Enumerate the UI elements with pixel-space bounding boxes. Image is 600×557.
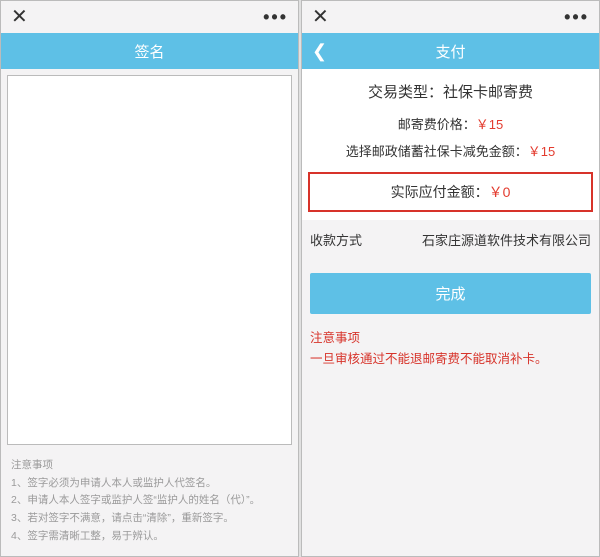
discount-row: 选择邮政储蓄社保卡减免金额：￥15 xyxy=(302,137,599,164)
screen-signature: ✕ ••• 签名 注意事项 1、签字必须为申请人本人或监护人代签名。 2、申请人… xyxy=(0,0,299,557)
title-bar: ❮ 支付 xyxy=(302,33,599,69)
actual-value: ￥0 xyxy=(489,184,511,200)
payee-value: 石家庄源道软件技术有限公司 xyxy=(422,230,591,249)
notes-header: 注意事项 xyxy=(11,457,288,475)
payee-row: 收款方式 石家庄源道软件技术有限公司 xyxy=(302,220,599,259)
system-bar: ✕ ••• xyxy=(1,1,298,33)
note-item: 1、签字必须为申请人本人或监护人代签名。 xyxy=(11,475,288,493)
warning-header: 注意事项 xyxy=(310,328,591,349)
more-icon[interactable]: ••• xyxy=(263,7,288,28)
system-bar: ✕ ••• xyxy=(302,1,599,33)
signature-canvas[interactable] xyxy=(7,75,292,445)
tx-type-label: 交易类型： xyxy=(368,84,443,101)
actual-label: 实际应付金额： xyxy=(391,184,489,200)
page-title: 支付 xyxy=(435,41,465,62)
back-icon[interactable]: ❮ xyxy=(312,33,327,69)
note-item: 2、申请人本人签字或监护人签“监护人的姓名（代）”。 xyxy=(11,492,288,510)
payee-label: 收款方式 xyxy=(310,230,362,249)
discount-value: ￥15 xyxy=(528,144,555,159)
page-title: 签名 xyxy=(134,41,164,62)
done-label: 完成 xyxy=(435,286,465,303)
close-icon[interactable]: ✕ xyxy=(312,7,329,27)
transaction-type: 交易类型：社保卡邮寄费 xyxy=(302,69,599,110)
mail-fee-value: ￥15 xyxy=(476,117,503,132)
more-icon[interactable]: ••• xyxy=(564,7,589,28)
mail-fee-row: 邮寄费价格：￥15 xyxy=(302,110,599,137)
done-button[interactable]: 完成 xyxy=(310,273,591,314)
payment-body: 交易类型：社保卡邮寄费 邮寄费价格：￥15 选择邮政储蓄社保卡减免金额：￥15 … xyxy=(302,69,599,220)
actual-amount-box: 实际应付金额：￥0 xyxy=(308,172,593,212)
note-item: 4、签字需清晰工整，易于辨认。 xyxy=(11,528,288,546)
close-icon[interactable]: ✕ xyxy=(11,7,28,27)
title-bar: 签名 xyxy=(1,33,298,69)
warning-block: 注意事项 一旦审核通过不能退邮寄费不能取消补卡。 xyxy=(302,328,599,371)
tx-type-value: 社保卡邮寄费 xyxy=(443,84,533,101)
discount-label: 选择邮政储蓄社保卡减免金额： xyxy=(346,144,528,159)
screen-payment: ✕ ••• ❮ 支付 交易类型：社保卡邮寄费 邮寄费价格：￥15 选择邮政储蓄社… xyxy=(301,0,600,557)
warning-text: 一旦审核通过不能退邮寄费不能取消补卡。 xyxy=(310,349,591,370)
mail-fee-label: 邮寄费价格： xyxy=(398,117,476,132)
notes-block: 注意事项 1、签字必须为申请人本人或监护人代签名。 2、申请人本人签字或监护人签… xyxy=(1,451,298,556)
note-item: 3、若对签字不满意，请点击“清除”，重新签字。 xyxy=(11,510,288,528)
